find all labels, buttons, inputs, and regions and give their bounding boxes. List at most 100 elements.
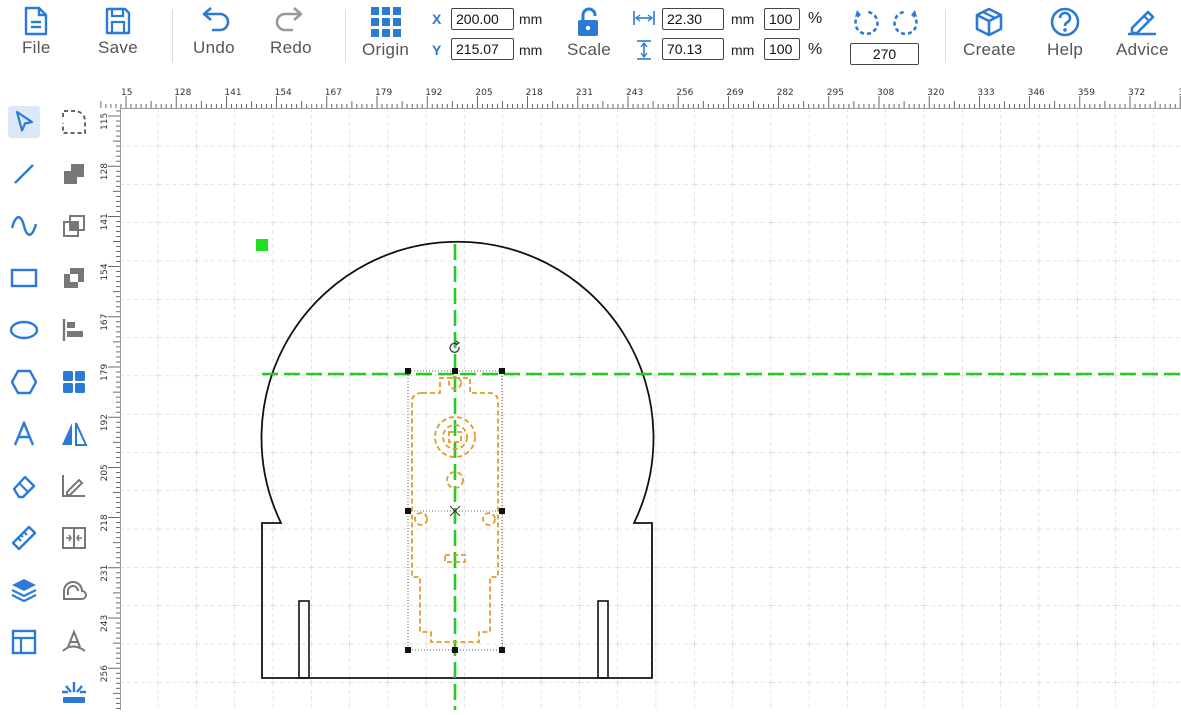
resize-handle-top-right[interactable] [499,368,505,374]
width-percent-input[interactable] [764,8,800,30]
advice-label: Advice [1116,40,1169,59]
x-position-input[interactable] [451,8,514,30]
scale-label: Scale [567,40,612,59]
x-label: X [432,11,442,27]
width-percent-sign: % [808,10,823,27]
horizontal-ruler-scale: 15 128 141 154 167 179 192 205 218 231 243 256 269 28… [100,88,1181,108]
resize-handle-top[interactable] [452,368,458,374]
distribute-tool[interactable] [58,522,90,554]
resize-handle-right[interactable] [499,508,505,514]
y-position-input[interactable] [451,38,514,60]
select-tool[interactable] [8,106,40,138]
ellipse-tool[interactable] [8,314,40,346]
save-icon [105,7,131,35]
ruler-label: 154 [275,88,292,98]
redo-button[interactable]: Redo [270,6,312,58]
vertical-ruler[interactable]: 115 128 141 154 167 179 192 205 218 231 243 256 [98,108,121,710]
layers-tool[interactable] [8,574,40,606]
offset-tool[interactable] [58,470,90,502]
ruler-label: 346 [1028,88,1045,98]
ruler-label: 282 [777,88,794,98]
ruler-label: 372 [1128,88,1145,98]
ruler-label: 256 [100,665,110,682]
origin-button[interactable]: Origin [362,6,409,60]
horizontal-ruler[interactable]: 15 128 141 154 167 179 192 205 218 231 243 256 269 28… [98,86,1181,109]
toolbar-divider [345,10,346,62]
resize-handle-left[interactable] [405,508,411,514]
ruler-label: 115 [100,113,110,130]
file-icon [25,6,48,36]
polygon-tool[interactable] [8,366,40,398]
origin-label: Origin [362,40,410,59]
eraser-tool[interactable] [8,470,40,502]
file-button[interactable]: File [22,6,51,58]
mirror-tool[interactable] [58,418,90,450]
ruler-label: 179 [375,88,392,98]
curve-icon [10,216,38,236]
toolbar-divider [945,10,946,62]
curve-tool[interactable] [8,210,40,242]
create-button[interactable]: Create [963,6,1016,60]
line-icon [14,164,34,184]
text-tool[interactable] [8,418,40,450]
panel-tool[interactable] [8,626,40,658]
scale-lock-button[interactable]: Scale [567,6,611,60]
undo-button[interactable]: Undo [193,6,235,58]
resize-handle-bottom-right[interactable] [499,647,505,653]
rotation-input[interactable] [850,43,919,65]
node-edit-tool[interactable] [58,106,90,138]
ruler-label: 231 [100,565,110,582]
ruler-label: 179 [100,364,110,381]
light-tool[interactable] [58,676,90,708]
height-percent-input[interactable] [764,38,800,60]
mirror-icon [62,422,88,446]
vertical-ruler-scale: 115 128 141 154 167 179 192 205 218 231 243 256 [100,110,120,709]
group-tool[interactable] [58,210,90,242]
contour-tool[interactable] [58,574,90,606]
ruler-label: 359 [1078,88,1095,98]
path-tool[interactable] [58,626,90,658]
resize-handle-bottom-left[interactable] [405,647,411,653]
ruler-label: 167 [325,88,342,98]
width-arrows-icon [633,11,655,25]
combine-tool[interactable] [58,158,90,190]
grid-array-icon [63,371,85,393]
x-unit: mm [519,11,543,27]
save-label: Save [98,38,138,57]
align-tool[interactable] [58,314,90,346]
measure-tool[interactable] [8,522,40,554]
contour-icon [63,581,87,600]
width-unit: mm [731,11,755,27]
ruler-label: 154 [100,263,110,280]
resize-handle-bottom[interactable] [452,647,458,653]
layout-panel-icon [11,629,37,655]
y-label: Y [432,42,442,58]
width-input[interactable] [662,8,724,30]
save-button[interactable]: Save [98,6,138,58]
ruler-label: 295 [827,88,844,98]
ruler-label: 192 [425,88,442,98]
intersect-icon [63,215,85,237]
rotate-left-icon[interactable] [852,8,882,38]
design-canvas[interactable] [120,108,1181,710]
origin-marker[interactable] [256,239,268,251]
height-input[interactable] [662,38,724,60]
rotate-right-icon[interactable] [890,8,920,38]
hexagon-icon [10,369,38,395]
advice-button[interactable]: Advice [1116,6,1169,60]
ruler-label: 243 [626,88,643,98]
help-button[interactable]: Help [1047,6,1083,60]
ungroup-tool[interactable] [58,262,90,294]
height-unit: mm [731,42,755,58]
ruler-icon [11,525,37,551]
line-tool[interactable] [8,158,40,190]
resize-handle-top-left[interactable] [405,368,411,374]
light-burst-icon [62,682,86,703]
ellipse-icon [9,320,39,340]
ruler-label: 320 [927,88,944,98]
subtract-icon [64,268,84,288]
ruler-label: 128 [100,163,110,180]
rectangle-tool[interactable] [8,262,40,294]
array-tool[interactable] [58,366,90,398]
unlock-icon [578,7,599,36]
